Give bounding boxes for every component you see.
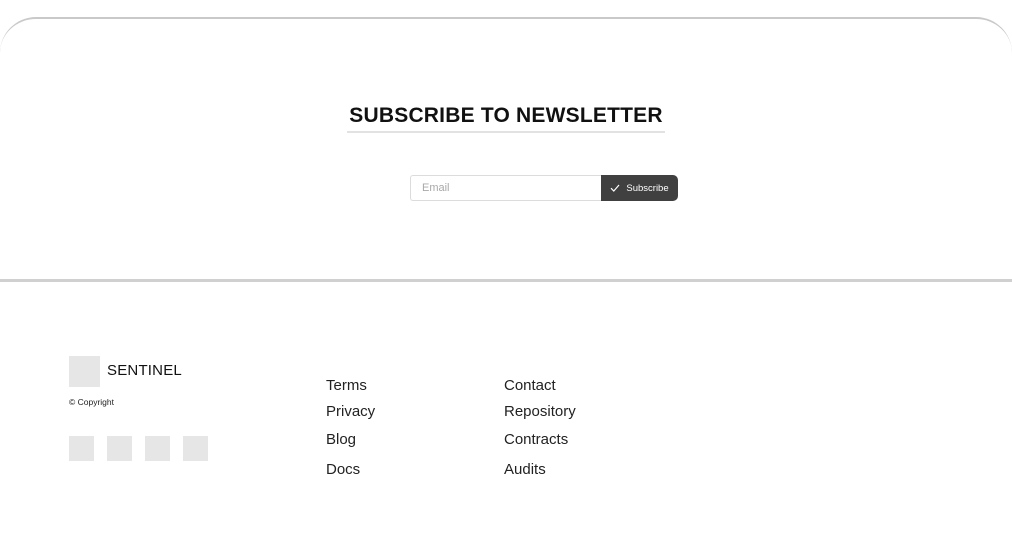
social-icon-4[interactable] (183, 436, 208, 461)
footer: SENTINEL © Copyright Terms Privacy Blog … (0, 282, 1012, 551)
footer-link-repository[interactable]: Repository (504, 403, 576, 420)
newsletter-title: SUBSCRIBE TO NEWSLETTER (0, 104, 1012, 133)
footer-link-contact[interactable]: Contact (504, 377, 556, 394)
footer-link-terms[interactable]: Terms (326, 377, 367, 394)
social-icon-3[interactable] (145, 436, 170, 461)
footer-link-audits[interactable]: Audits (504, 461, 546, 478)
check-icon (610, 184, 620, 192)
footer-link-contracts[interactable]: Contracts (504, 431, 568, 448)
subscribe-button[interactable]: Subscribe (601, 175, 678, 201)
email-input[interactable] (410, 175, 602, 201)
copyright-text: © Copyright (69, 397, 115, 407)
footer-link-privacy[interactable]: Privacy (326, 403, 375, 420)
social-icon-1[interactable] (69, 436, 94, 461)
newsletter-title-text: SUBSCRIBE TO NEWSLETTER (347, 104, 665, 133)
image-placeholder-icon (69, 356, 100, 387)
newsletter-section: SUBSCRIBE TO NEWSLETTER Subscribe (0, 17, 1012, 282)
footer-link-blog[interactable]: Blog (326, 431, 356, 448)
social-icon-2[interactable] (107, 436, 132, 461)
subscribe-label: Subscribe (626, 182, 669, 194)
footer-link-docs[interactable]: Docs (326, 461, 360, 478)
brand-name: SENTINEL (107, 362, 182, 379)
